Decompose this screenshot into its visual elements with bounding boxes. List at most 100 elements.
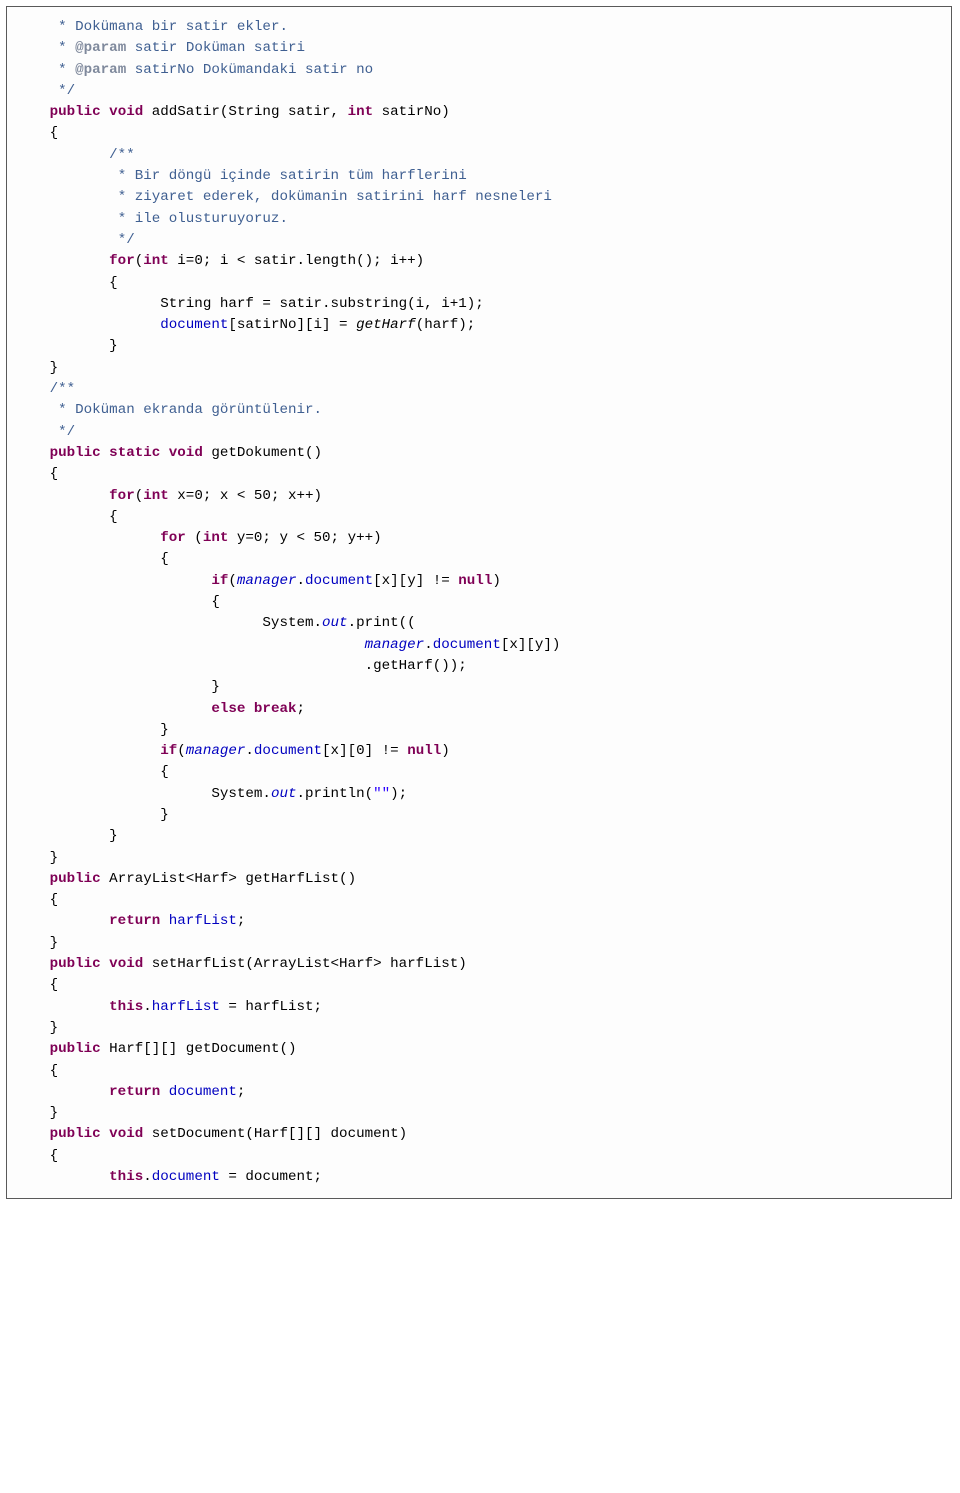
token-comment: satirNo Dokümandaki satir no bbox=[126, 62, 373, 78]
token-plain: { bbox=[50, 1148, 59, 1164]
token-staticf: out bbox=[322, 615, 348, 631]
code-line: { bbox=[7, 123, 933, 144]
token-comment: * bbox=[58, 40, 75, 56]
code-line: public Harf[][] getDocument() bbox=[7, 1039, 933, 1060]
token-kw: if bbox=[211, 573, 228, 589]
token-comment: * bbox=[58, 62, 75, 78]
code-line: * Dokümana bir satir ekler. bbox=[7, 17, 933, 38]
code-line: } bbox=[7, 848, 933, 869]
token-doctag: @param bbox=[75, 40, 126, 56]
token-field: document bbox=[152, 1169, 220, 1185]
code-line: manager.document[x][y]) bbox=[7, 635, 933, 656]
code-line: public void addSatir(String satir, int s… bbox=[7, 102, 933, 123]
token-kw: int bbox=[143, 253, 169, 269]
token-kw: this bbox=[109, 999, 143, 1015]
token-plain: { bbox=[109, 275, 118, 291]
token-plain: ; bbox=[296, 701, 305, 717]
code-line: public void setDocument(Harf[][] documen… bbox=[7, 1124, 933, 1145]
token-plain: ( bbox=[228, 573, 237, 589]
token-plain: satirNo) bbox=[373, 104, 450, 120]
token-kw: public bbox=[50, 871, 101, 887]
code-line: this.document = document; bbox=[7, 1167, 933, 1188]
token-plain: } bbox=[50, 360, 59, 376]
token-plain: . bbox=[143, 1169, 152, 1185]
token-comment: */ bbox=[58, 424, 75, 440]
token-string: "" bbox=[373, 786, 390, 802]
token-plain: addSatir(String satir, bbox=[143, 104, 347, 120]
token-plain: [satirNo][i] = bbox=[228, 317, 356, 333]
code-line: { bbox=[7, 1146, 933, 1167]
token-plain: ) bbox=[441, 743, 450, 759]
token-staticf: manager bbox=[365, 637, 425, 653]
token-plain: [x][y]) bbox=[501, 637, 561, 653]
code-line: * Doküman ekranda görüntülenir. bbox=[7, 400, 933, 421]
token-plain: .print(( bbox=[348, 615, 416, 631]
code-line: this.harfList = harfList; bbox=[7, 997, 933, 1018]
code-line: } bbox=[7, 677, 933, 698]
token-plain: . bbox=[424, 637, 433, 653]
token-plain: { bbox=[50, 125, 59, 141]
token-field: document bbox=[433, 637, 501, 653]
token-comment: satir Doküman satiri bbox=[126, 40, 305, 56]
token-plain: { bbox=[50, 977, 59, 993]
token-comment: * Dokümana bir satir ekler. bbox=[58, 19, 288, 35]
code-line: public ArrayList<Harf> getHarfList() bbox=[7, 869, 933, 890]
token-plain bbox=[160, 1084, 169, 1100]
token-plain: i=0; i < satir.length(); i++) bbox=[169, 253, 424, 269]
token-field: document bbox=[160, 317, 228, 333]
code-line: return harfList; bbox=[7, 911, 933, 932]
code-line: * @param satir Doküman satiri bbox=[7, 38, 933, 59]
token-plain: ( bbox=[186, 530, 203, 546]
token-plain: String harf = satir.substring(i, i+1); bbox=[160, 296, 484, 312]
token-plain: { bbox=[50, 466, 59, 482]
code-line: { bbox=[7, 762, 933, 783]
code-line: } bbox=[7, 720, 933, 741]
token-field: document bbox=[254, 743, 322, 759]
code-line: /** bbox=[7, 379, 933, 400]
token-plain: . bbox=[245, 743, 254, 759]
code-line: .getHarf()); bbox=[7, 656, 933, 677]
token-kw: public static void bbox=[50, 445, 203, 461]
token-field: document bbox=[305, 573, 373, 589]
code-line: if(manager.document[x][y] != null) bbox=[7, 571, 933, 592]
token-plain: setHarfList(ArrayList<Harf> harfList) bbox=[143, 956, 467, 972]
token-comment: */ bbox=[118, 232, 135, 248]
token-plain: } bbox=[50, 850, 59, 866]
code-line: } bbox=[7, 1103, 933, 1124]
code-line: /** bbox=[7, 145, 933, 166]
token-plain: System. bbox=[262, 615, 322, 631]
token-kw: for bbox=[160, 530, 186, 546]
token-plain: ) bbox=[492, 573, 501, 589]
token-plain: = harfList; bbox=[220, 999, 322, 1015]
token-plain: ; bbox=[237, 913, 246, 929]
token-plain: } bbox=[109, 338, 118, 354]
token-field: harfList bbox=[169, 913, 237, 929]
token-plain: { bbox=[211, 594, 220, 610]
code-line: } bbox=[7, 1018, 933, 1039]
code-line: for(int i=0; i < satir.length(); i++) bbox=[7, 251, 933, 272]
token-plain: ( bbox=[177, 743, 186, 759]
code-line: } bbox=[7, 805, 933, 826]
code-line: } bbox=[7, 358, 933, 379]
token-kw: for bbox=[109, 253, 135, 269]
code-line: { bbox=[7, 549, 933, 570]
code-line: for(int x=0; x < 50; x++) bbox=[7, 486, 933, 507]
token-plain: } bbox=[50, 1105, 59, 1121]
token-comment: * ziyaret ederek, dokümanin satirini har… bbox=[118, 189, 552, 205]
code-line: { bbox=[7, 592, 933, 613]
token-plain: } bbox=[50, 1020, 59, 1036]
code-line: * Bir döngü içinde satirin tüm harflerin… bbox=[7, 166, 933, 187]
code-line: public void setHarfList(ArrayList<Harf> … bbox=[7, 954, 933, 975]
token-comment: /** bbox=[109, 147, 135, 163]
token-comment: */ bbox=[58, 83, 75, 99]
token-plain bbox=[160, 913, 169, 929]
token-plain: Harf[][] getDocument() bbox=[101, 1041, 297, 1057]
token-kw: else break bbox=[211, 701, 296, 717]
code-line: System.out.println(""); bbox=[7, 784, 933, 805]
code-line: { bbox=[7, 507, 933, 528]
code-line: { bbox=[7, 273, 933, 294]
token-plain: { bbox=[109, 509, 118, 525]
code-frame: * Dokümana bir satir ekler. * @param sat… bbox=[6, 6, 952, 1199]
token-comment: /** bbox=[50, 381, 76, 397]
token-kw: public void bbox=[50, 956, 144, 972]
